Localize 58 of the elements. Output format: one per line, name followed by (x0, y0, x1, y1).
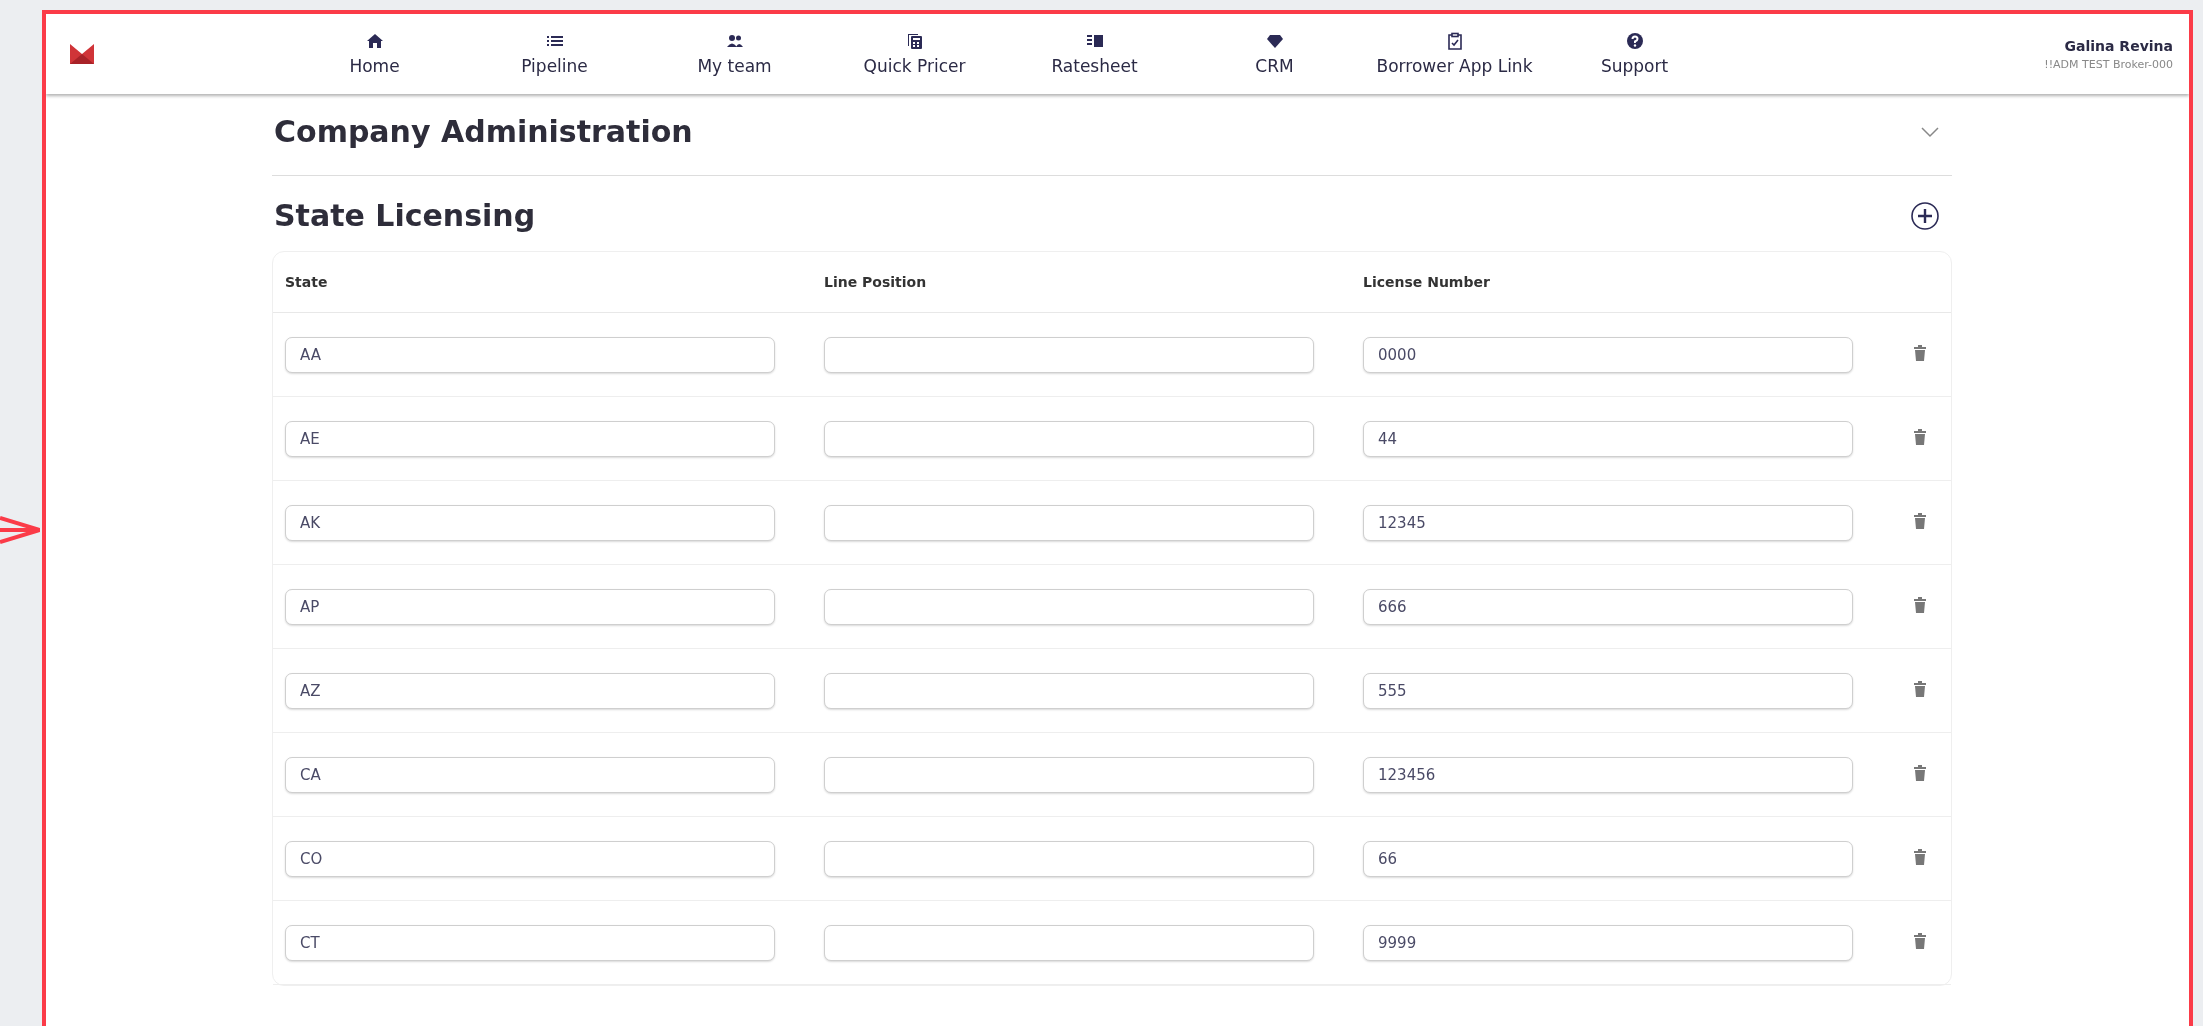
arrow-icon (0, 514, 40, 546)
delete-icon[interactable] (1914, 764, 1926, 781)
license-number-field[interactable]: 666 (1363, 588, 1853, 625)
nav-tab[interactable]: CRM (1185, 26, 1364, 82)
license-number-field[interactable]: 0000 (1363, 336, 1853, 373)
delete-icon[interactable] (1914, 848, 1926, 865)
line-position-field[interactable] (824, 420, 1314, 457)
state-field[interactable]: AZ (285, 672, 775, 709)
nav-tab[interactable]: Ratesheet (1005, 26, 1184, 82)
license-number-field[interactable]: 555 (1363, 672, 1853, 709)
line-position-field[interactable] (824, 588, 1314, 625)
nav-tab[interactable]: My team (645, 26, 824, 82)
state-field[interactable]: AA (285, 336, 775, 373)
section-title: Company Administration (274, 114, 693, 149)
line-position-field[interactable] (824, 336, 1314, 373)
column-header: License Number (1363, 274, 1491, 290)
add-button[interactable] (1910, 200, 1940, 231)
delete-icon[interactable] (1914, 512, 1926, 529)
delete-icon[interactable] (1914, 344, 1926, 361)
license-number-field[interactable]: 12345 (1363, 504, 1853, 541)
help-icon (1625, 32, 1644, 50)
section-title: State Licensing (274, 198, 536, 233)
license-number-field[interactable]: 9999 (1363, 924, 1853, 961)
license-number-field[interactable]: 44 (1363, 420, 1853, 457)
diamond-icon (1265, 32, 1284, 50)
delete-icon[interactable] (1914, 680, 1926, 697)
state-field[interactable]: AE (285, 420, 775, 457)
line-position-field[interactable] (824, 840, 1314, 877)
chevron-down-icon[interactable] (1920, 125, 1940, 138)
nav-tab[interactable]: Pipeline (465, 26, 644, 82)
nav-tab[interactable]: Support (1545, 26, 1724, 82)
line-position-field[interactable] (824, 924, 1314, 961)
state-field[interactable]: AP (285, 588, 775, 625)
clipboard-check-icon (1445, 32, 1464, 50)
state-field[interactable]: CO (285, 840, 775, 877)
line-position-field[interactable] (824, 672, 1314, 709)
column-header: Line Position (824, 274, 928, 290)
line-position-field[interactable] (824, 756, 1314, 793)
user-name: Galina Revina (2064, 37, 2173, 54)
company-name: !!ADM TEST Broker-000 (2044, 57, 2173, 71)
license-number-field[interactable]: 123456 (1363, 756, 1853, 793)
column-header: State (285, 274, 329, 290)
state-field[interactable]: CA (285, 756, 775, 793)
state-field[interactable]: CT (285, 924, 775, 961)
nav-tab[interactable]: Borrower App Link (1365, 26, 1544, 82)
logo-icon (70, 44, 94, 64)
state-field[interactable]: AK (285, 504, 775, 541)
nav-tab[interactable]: Quick Pricer (825, 26, 1004, 82)
users-icon (725, 32, 744, 50)
delete-icon[interactable] (1914, 596, 1926, 613)
delete-icon[interactable] (1914, 932, 1926, 949)
home-icon (365, 32, 384, 50)
line-position-field[interactable] (824, 504, 1314, 541)
nav-tab[interactable]: Home (285, 26, 464, 82)
columns-icon (1085, 32, 1104, 50)
calculator-icon (905, 32, 924, 50)
delete-icon[interactable] (1914, 428, 1926, 445)
license-number-field[interactable]: 66 (1363, 840, 1853, 877)
